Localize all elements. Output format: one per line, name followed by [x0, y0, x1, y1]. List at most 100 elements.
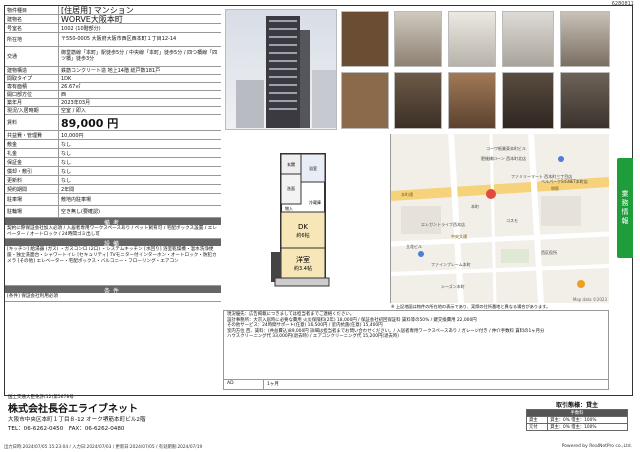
property-row-value: 10,000円 [61, 132, 84, 139]
property-row-value: 空室 / 即入 [61, 108, 86, 114]
property-location-marker [486, 189, 496, 199]
property-row-key: 敷金 [5, 140, 59, 148]
property-row: 契約期間 2年間 [5, 185, 221, 194]
property-row-value: 〒550-0005 大阪府大阪市西区西本町１丁目12-14 [61, 35, 177, 42]
property-row-key: 専有面積 [5, 83, 59, 90]
property-row-value: 敷地内駐車場 [61, 197, 92, 203]
map-road-label: 堺筋 [551, 186, 559, 191]
property-row-key: 間取タイプ [5, 75, 59, 82]
company-name: 株式会社長谷エライブネット [8, 404, 138, 415]
floor-plan: DK 約6帖 洋室 約3.4帖 玄関 浴室 洗面 冷蔵庫 物入 [223, 134, 391, 303]
room-photo-9 [502, 72, 554, 129]
property-row-value: 2023年03月 [61, 100, 91, 106]
room-photo-7 [394, 72, 442, 129]
svg-text:約6帖: 約6帖 [296, 232, 309, 239]
room-photo-10 [560, 72, 610, 129]
map-label: 立花ビル [406, 244, 422, 249]
property-row-value: 89,000 円 [61, 116, 119, 130]
property-row-value: 2年間 [61, 186, 75, 193]
property-row-value: [住居用] マンション [61, 6, 134, 14]
map-label: シーズン本町 [441, 284, 465, 289]
svg-text:玄関: 玄関 [287, 161, 295, 167]
property-row: 礼金 なし [5, 149, 221, 158]
property-row-value: 鉄筋コンクリート造 地上14階 総戸数181戸 [61, 68, 161, 74]
map-label: エレガントライフ西本店 [421, 222, 465, 227]
dk-label: DK [298, 223, 308, 231]
property-row: 物件種目 [住居用] マンション [5, 6, 221, 15]
section-body: [キッチン] 給湯器 (ガス) ・ガスコンロ (2口) ・システムキッチン [水… [5, 246, 221, 286]
ad-row: AD 1ヶ月 [223, 380, 609, 390]
svg-text:洋室: 洋室 [296, 255, 310, 264]
property-row-value: 26.67㎡ [61, 84, 81, 90]
property-sheet: 物件種目 [住居用] マンション 建物名 WORVE大阪本町 号室名 1002 (10階部… [4, 5, 633, 396]
property-row-key: 所在地 [5, 33, 59, 46]
map-road-label: 本町通 [401, 192, 413, 197]
property-row: 開口部方位西 [5, 91, 221, 99]
room-photo-3 [448, 11, 496, 67]
property-row: 賃料 89,000 円 [5, 115, 221, 131]
property-row-key: 築年月 [5, 99, 59, 106]
property-row-key: 建物構造 [5, 67, 59, 74]
property-row: 交通 御堂筋線「本町」駅徒歩5分 / 中央線「本町」徒歩5分 / 四つ橋線「四ツ橋… [5, 47, 221, 67]
property-row-value: 西 [61, 92, 67, 98]
room-photo-6 [341, 72, 389, 129]
property-row-key: 駐車場 [5, 194, 59, 205]
property-row-key: 開口部方位 [5, 91, 59, 98]
property-row-key: 契約期間 [5, 185, 59, 193]
svg-text:約3.4帖: 約3.4帖 [294, 265, 312, 272]
floor-plan-drawing: DK 約6帖 洋室 約3.4帖 玄関 浴室 洗面 冷蔵庫 物入 [271, 153, 330, 287]
property-row-key: 保証金 [5, 158, 59, 166]
property-row-value: WORVE大阪本町 [61, 15, 123, 23]
room-photo-1 [341, 11, 389, 67]
remark-line: ハウスクリーニング代 33,000円(退去時) / エアコンクリーニング代 15… [227, 334, 399, 340]
room-photo-2 [394, 11, 442, 67]
building-exterior-photo [225, 9, 337, 130]
section-body: [条件] 保証会社利用必須 [5, 293, 221, 302]
map-label: 肥後橋ローン 西本町北店 [481, 156, 527, 161]
property-row-value: なし [61, 150, 72, 157]
map-label: ベルパークSIGNET本町店 [541, 179, 588, 184]
property-row: 専有面積 26.67㎡ [5, 83, 221, 91]
property-row-key: 共益費・管理費 [5, 131, 59, 139]
property-row-value: なし [61, 168, 72, 175]
property-row-key: 号室名 [5, 24, 59, 32]
property-row-key: 償却・敷引 [5, 167, 59, 175]
property-row-key: 交通 [5, 47, 59, 66]
property-row-value: 空き無し(要確認) [61, 209, 100, 215]
property-row: 建物構造 鉄筋コンクリート造 地上14階 総戸数181戸 [5, 67, 221, 75]
map-label: コスモ [506, 218, 518, 223]
room-photo-5 [560, 11, 610, 67]
room-photo-8 [448, 72, 496, 129]
property-row: 駐車場 敷地内駐車場 [5, 194, 221, 206]
svg-text:物入: 物入 [285, 205, 293, 211]
property-row-key: 現況/入居時期 [5, 107, 59, 114]
property-row-value: なし [61, 141, 72, 148]
property-row-key: 建物名 [5, 15, 59, 23]
svg-text:洗面: 洗面 [287, 185, 295, 191]
fee-table: 取引態様：貸主 手数料 貸主 貸主：0% 借主：100% 元付 貸主：0% 借主：1… [525, 400, 628, 431]
property-row-key: 礼金 [5, 149, 59, 157]
map-copyright: Map data ©2023 [572, 297, 607, 302]
map-label: 西区役所 [541, 250, 557, 255]
property-row: 更新料 なし [5, 176, 221, 185]
remarks-box: 現況優先：広告掲載につきましては担当者までご連絡ください。 設計事務所：大京入居時… [223, 310, 609, 380]
property-row: 間取タイプ 1DK [5, 75, 221, 83]
section-header: 条件 [5, 286, 221, 295]
building-illustration [236, 16, 336, 128]
property-row-value: なし [61, 159, 72, 166]
property-row-value: なし [61, 177, 72, 184]
property-row-key: 更新料 [5, 176, 59, 184]
svg-text:浴室: 浴室 [309, 165, 317, 171]
property-row: 駐輪場 空き無し(要確認) [5, 206, 221, 218]
business-info-tab[interactable]: 業務情報 [617, 158, 633, 258]
section-header: 設備 [5, 239, 221, 248]
map-label: コーワ紙業東本町ビル [486, 146, 526, 151]
section-header: 備考 [5, 218, 221, 227]
property-row-key: 物件種目 [5, 6, 59, 14]
property-row-value: 1DK [61, 75, 72, 82]
powered-by: Powered by RealNetPro co.,Ltd. [561, 444, 632, 449]
property-row: 敷金 なし [5, 140, 221, 149]
location-map[interactable]: コーワ紙業東本町ビル 肥後橋ローン 西本町北店 ファミリーマート 西本町三丁目店 ベル… [391, 134, 609, 303]
property-row: 建物名 WORVE大阪本町 [5, 15, 221, 24]
svg-text:冷蔵庫: 冷蔵庫 [309, 199, 321, 205]
